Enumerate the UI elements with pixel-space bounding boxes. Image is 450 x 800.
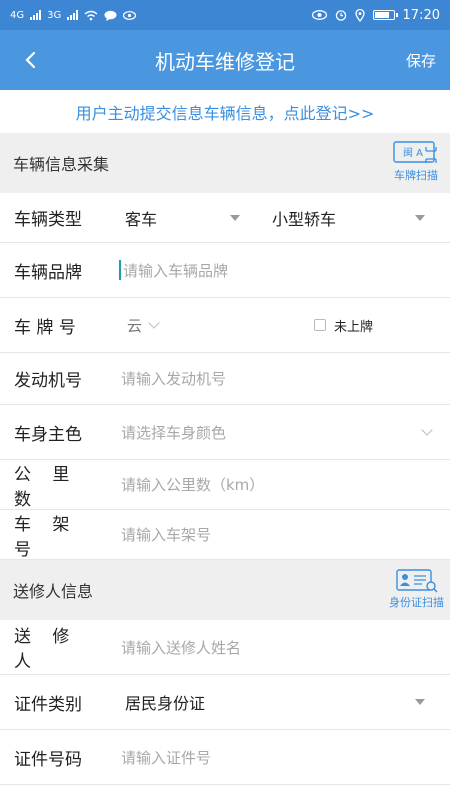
- plate-scan-button[interactable]: 闽 A 车牌扫描: [392, 139, 440, 183]
- status-bar: 4G 3G 17:20: [0, 0, 450, 30]
- signal-icon-2: [67, 10, 79, 20]
- signal-icon: [30, 10, 42, 20]
- vehicle-type-value: 客车: [125, 209, 158, 229]
- engine-row: 发动机号 请输入发动机号: [0, 353, 450, 405]
- save-button[interactable]: 保存: [406, 50, 436, 71]
- frame-label: 车 架 号: [14, 514, 78, 560]
- id-number-input[interactable]: 请输入证件号: [121, 747, 211, 768]
- network-left: 4G: [10, 9, 25, 21]
- plate-label: 车 牌 号: [14, 317, 76, 338]
- chevron-left-icon: [25, 51, 36, 69]
- chevron-down-icon: [421, 424, 433, 436]
- eye-icon-small: [123, 10, 137, 20]
- id-number-label: 证件号码: [14, 749, 82, 770]
- color-row: 车身主色 请选择车身颜色: [0, 405, 450, 460]
- unplated-label: 未上牌: [334, 319, 374, 335]
- vehicle-type-select[interactable]: 客车: [125, 206, 240, 230]
- id-scan-label: 身份证扫描: [389, 596, 444, 609]
- vehicle-type-label: 车辆类型: [14, 210, 82, 230]
- plate-scan-label: 车牌扫描: [394, 169, 438, 182]
- vehicle-section-title: 车辆信息采集: [13, 155, 110, 174]
- engine-label: 发动机号: [14, 371, 82, 391]
- mileage-label: 公 里 数: [14, 464, 78, 510]
- text-cursor: [119, 260, 121, 280]
- plate-prefix-select[interactable]: 云: [127, 315, 160, 336]
- app-bar: 机动车维修登记 保存: [0, 30, 450, 90]
- vehicle-brand-label: 车辆品牌: [14, 262, 82, 283]
- id-card-scan-icon: [395, 569, 438, 593]
- id-number-row: 证件号码 请输入证件号: [0, 730, 450, 785]
- mileage-input[interactable]: 请输入公里数（km）: [121, 474, 264, 495]
- caret-down-icon: [415, 214, 425, 221]
- plate-row: 车 牌 号 云 未上牌: [0, 298, 450, 353]
- vehicle-type-row: 车辆类型 客车 小型轿车: [0, 193, 450, 243]
- frame-row: 车 架 号 请输入车架号: [0, 510, 450, 560]
- location-icon: [354, 8, 365, 22]
- vehicle-brand-input[interactable]: 请输入车辆品牌: [119, 260, 228, 281]
- self-register-link[interactable]: 用户主动提交信息车辆信息，点此登记>>: [0, 94, 450, 130]
- color-label: 车身主色: [14, 424, 82, 445]
- unplated-checkbox[interactable]: 未上牌: [314, 316, 373, 335]
- eye-icon: [311, 10, 327, 20]
- sender-name-input[interactable]: 请输入送修人姓名: [121, 637, 241, 658]
- vehicle-subtype-select[interactable]: 小型轿车: [272, 206, 425, 230]
- wifi-icon: [84, 10, 98, 20]
- clock: 17:20: [402, 7, 440, 23]
- frame-input[interactable]: 请输入车架号: [121, 524, 211, 545]
- sender-section-header: 送修人信息 身份证扫描: [0, 560, 450, 620]
- plate-scan-icon-text: 闽 A: [403, 146, 423, 159]
- sender-name-row: 送 修 人 请输入送修人姓名: [0, 620, 450, 675]
- color-placeholder: 请选择车身颜色: [121, 423, 227, 442]
- chevron-down-icon: [148, 317, 160, 329]
- message-icon: [104, 10, 117, 21]
- alarm-icon: [335, 10, 346, 21]
- caret-down-icon: [230, 214, 240, 221]
- back-button[interactable]: [0, 30, 60, 90]
- mileage-row: 公 里 数 请输入公里数（km）: [0, 460, 450, 510]
- id-type-label: 证件类别: [14, 694, 82, 715]
- battery-icon: [372, 10, 398, 20]
- vehicle-brand-placeholder: 请输入车辆品牌: [123, 261, 229, 280]
- id-type-row: 证件类别 居民身份证: [0, 675, 450, 730]
- id-scan-button[interactable]: 身份证扫描: [389, 568, 444, 610]
- engine-input[interactable]: 请输入发动机号: [121, 368, 226, 389]
- vehicle-brand-row: 车辆品牌 请输入车辆品牌: [0, 243, 450, 298]
- vehicle-section-header: 车辆信息采集 闽 A 车牌扫描: [0, 133, 450, 193]
- plate-scan-icon: 闽 A: [393, 141, 437, 163]
- id-type-value: 居民身份证: [125, 694, 206, 713]
- sender-name-label: 送 修 人: [14, 627, 78, 672]
- network-right: 3G: [47, 9, 62, 21]
- sender-section-title: 送修人信息: [13, 582, 94, 601]
- color-select[interactable]: 请选择车身颜色: [121, 422, 433, 443]
- checkbox-box: [314, 319, 326, 331]
- vehicle-subtype-value: 小型轿车: [272, 209, 337, 229]
- id-type-select[interactable]: 居民身份证: [125, 690, 425, 714]
- page-title: 机动车维修登记: [155, 49, 295, 74]
- caret-down-icon: [415, 699, 425, 705]
- plate-prefix-value: 云: [127, 316, 143, 335]
